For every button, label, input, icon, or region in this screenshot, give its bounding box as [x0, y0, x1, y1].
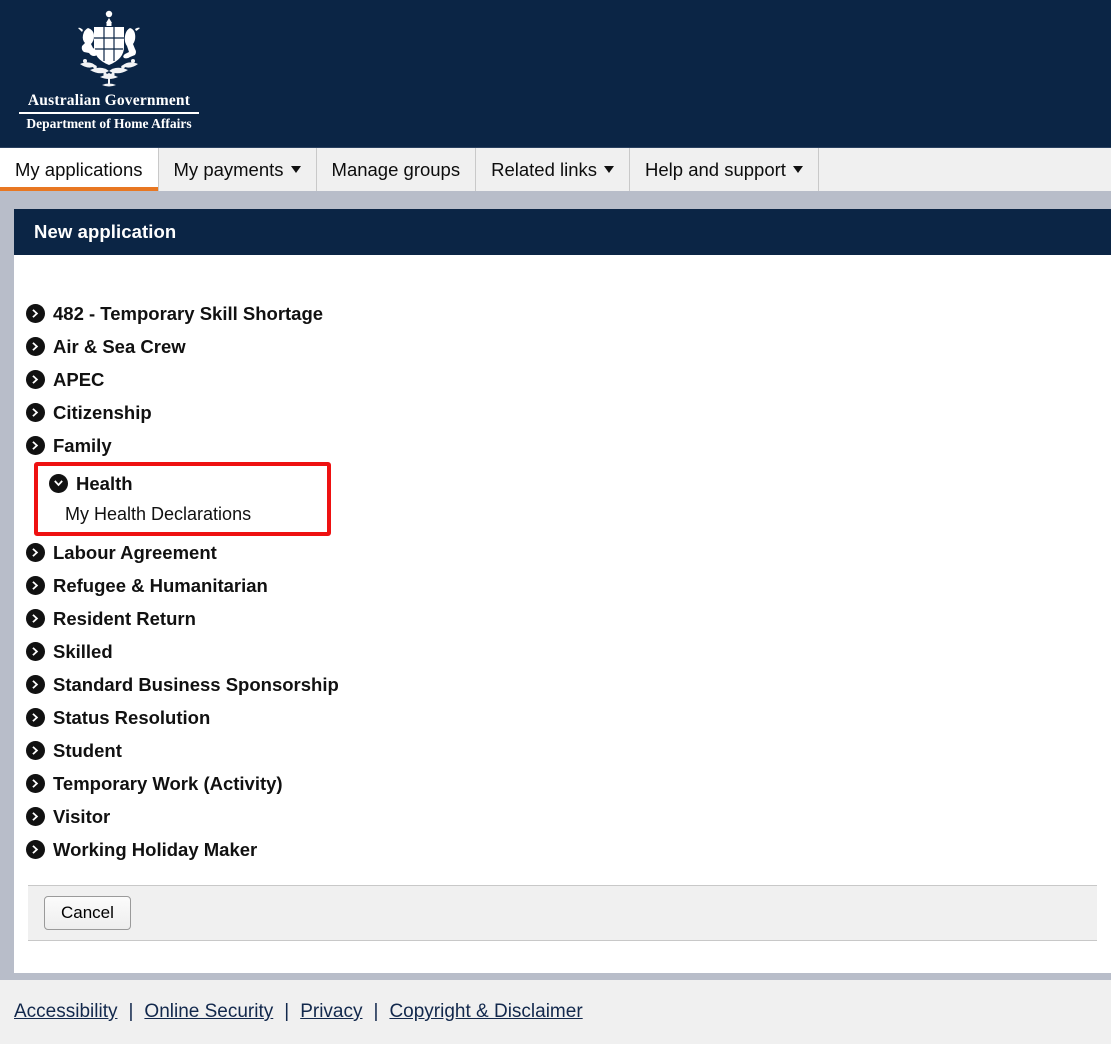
- footer-separator: |: [373, 1001, 379, 1022]
- site-footer: Accessibility | Online Security | Privac…: [0, 980, 1111, 1044]
- list-item-label: Family: [53, 434, 112, 456]
- list-item-air-and-sea-crew[interactable]: Air & Sea Crew: [26, 330, 186, 363]
- tab-manage-groups[interactable]: Manage groups: [317, 148, 477, 191]
- australian-coat-of-arms-icon: [78, 10, 140, 87]
- card-body: 482 - Temporary Skill Shortage Air & Sea…: [14, 255, 1111, 973]
- list-item-482-temporary-skill-shortage[interactable]: 482 - Temporary Skill Shortage: [26, 297, 323, 330]
- department-name: Department of Home Affairs: [26, 115, 192, 131]
- masthead: Australian Government Department of Home…: [0, 0, 1111, 147]
- chevron-right-circle-icon: [26, 675, 45, 694]
- list-item-label: Student: [53, 739, 122, 761]
- card-footer-spacer: [14, 941, 1111, 973]
- tab-help-and-support[interactable]: Help and support: [630, 148, 819, 191]
- list-item-label: 482 - Temporary Skill Shortage: [53, 302, 324, 324]
- list-item-label: APEC: [53, 368, 105, 390]
- list-item-label: Refugee & Humanitarian: [53, 574, 268, 596]
- list-item-refugee-and-humanitarian[interactable]: Refugee & Humanitarian: [26, 569, 268, 602]
- list-item-label: Visitor: [53, 805, 111, 827]
- sub-item-my-health-declarations[interactable]: My Health Declarations: [49, 499, 251, 530]
- footer-separator: |: [284, 1001, 290, 1022]
- tab-related-links[interactable]: Related links: [476, 148, 631, 191]
- list-item-status-resolution[interactable]: Status Resolution: [26, 701, 210, 734]
- form-action-bar: Cancel: [28, 885, 1097, 941]
- tab-label: My payments: [173, 158, 284, 180]
- tab-label: Manage groups: [331, 158, 461, 180]
- list-item-labour-agreement[interactable]: Labour Agreement: [26, 536, 217, 569]
- list-item-working-holiday-maker[interactable]: Working Holiday Maker: [26, 833, 257, 866]
- footer-link-list: Accessibility | Online Security | Privac…: [0, 980, 1111, 1044]
- list-item-label: Standard Business Sponsorship: [53, 673, 339, 695]
- government-name: Australian Government: [27, 92, 191, 109]
- chevron-right-circle-icon: [26, 774, 45, 793]
- tab-my-applications[interactable]: My applications: [0, 148, 159, 191]
- chevron-down-circle-icon: [49, 474, 68, 493]
- health-category-highlight: Health My Health Declarations: [34, 462, 331, 536]
- card-header: New application: [14, 209, 1111, 255]
- list-item-label: Health: [76, 472, 133, 494]
- footer-link-accessibility[interactable]: Accessibility: [14, 1001, 117, 1023]
- list-item-label: Temporary Work (Activity): [53, 772, 283, 794]
- chevron-right-circle-icon: [26, 609, 45, 628]
- chevron-down-icon: [792, 166, 803, 173]
- sub-item-label: My Health Declarations: [65, 504, 252, 524]
- chevron-right-circle-icon: [26, 642, 45, 661]
- chevron-down-icon: [604, 166, 615, 173]
- list-item-label: Resident Return: [53, 607, 196, 629]
- footer-link-online-security[interactable]: Online Security: [144, 1001, 273, 1023]
- list-item-label: Citizenship: [53, 401, 152, 423]
- tab-label: My applications: [15, 158, 143, 180]
- chevron-down-icon: [290, 166, 301, 173]
- footer-link-copyright-disclaimer[interactable]: Copyright & Disclaimer: [389, 1001, 582, 1023]
- list-item-citizenship[interactable]: Citizenship: [26, 396, 152, 429]
- chevron-right-circle-icon: [26, 807, 45, 826]
- list-item-health[interactable]: Health: [49, 468, 133, 499]
- footer-separator: |: [128, 1001, 134, 1022]
- chevron-right-circle-icon: [26, 741, 45, 760]
- crest-divider: [19, 111, 199, 114]
- list-item-label: Status Resolution: [53, 706, 211, 728]
- list-item-label: Labour Agreement: [53, 541, 217, 563]
- list-item-label: Skilled: [53, 640, 113, 662]
- tab-label: Help and support: [645, 158, 786, 180]
- chevron-right-circle-icon: [26, 840, 45, 859]
- list-item-apec[interactable]: APEC: [26, 363, 104, 396]
- new-application-card: New application 482 - Temporary Skill Sh…: [14, 209, 1111, 973]
- list-item-temporary-work-activity[interactable]: Temporary Work (Activity): [26, 767, 283, 800]
- footer-link-privacy[interactable]: Privacy: [300, 1001, 362, 1023]
- list-item-visitor[interactable]: Visitor: [26, 800, 110, 833]
- tab-label: Related links: [491, 158, 598, 180]
- list-item-label: Working Holiday Maker: [53, 838, 258, 860]
- list-item-skilled[interactable]: Skilled: [26, 635, 113, 668]
- application-category-list: 482 - Temporary Skill Shortage Air & Sea…: [14, 297, 1111, 866]
- tab-my-payments[interactable]: My payments: [159, 148, 317, 191]
- page-title: New application: [34, 221, 177, 242]
- main-navigation: My applications My payments Manage group…: [0, 147, 1111, 191]
- chevron-right-circle-icon: [26, 576, 45, 595]
- chevron-right-circle-icon: [26, 403, 45, 422]
- list-item-resident-return[interactable]: Resident Return: [26, 602, 196, 635]
- list-item-family[interactable]: Family: [26, 429, 112, 462]
- chevron-right-circle-icon: [26, 370, 45, 389]
- chevron-right-circle-icon: [26, 304, 45, 323]
- list-item-student[interactable]: Student: [26, 734, 122, 767]
- government-branding: Australian Government Department of Home…: [14, 8, 204, 140]
- chevron-right-circle-icon: [26, 543, 45, 562]
- list-item-standard-business-sponsorship[interactable]: Standard Business Sponsorship: [26, 668, 339, 701]
- list-item-label: Air & Sea Crew: [53, 335, 186, 357]
- chevron-right-circle-icon: [26, 708, 45, 727]
- chevron-right-circle-icon: [26, 337, 45, 356]
- chevron-right-circle-icon: [26, 436, 45, 455]
- cancel-button[interactable]: Cancel: [44, 896, 131, 930]
